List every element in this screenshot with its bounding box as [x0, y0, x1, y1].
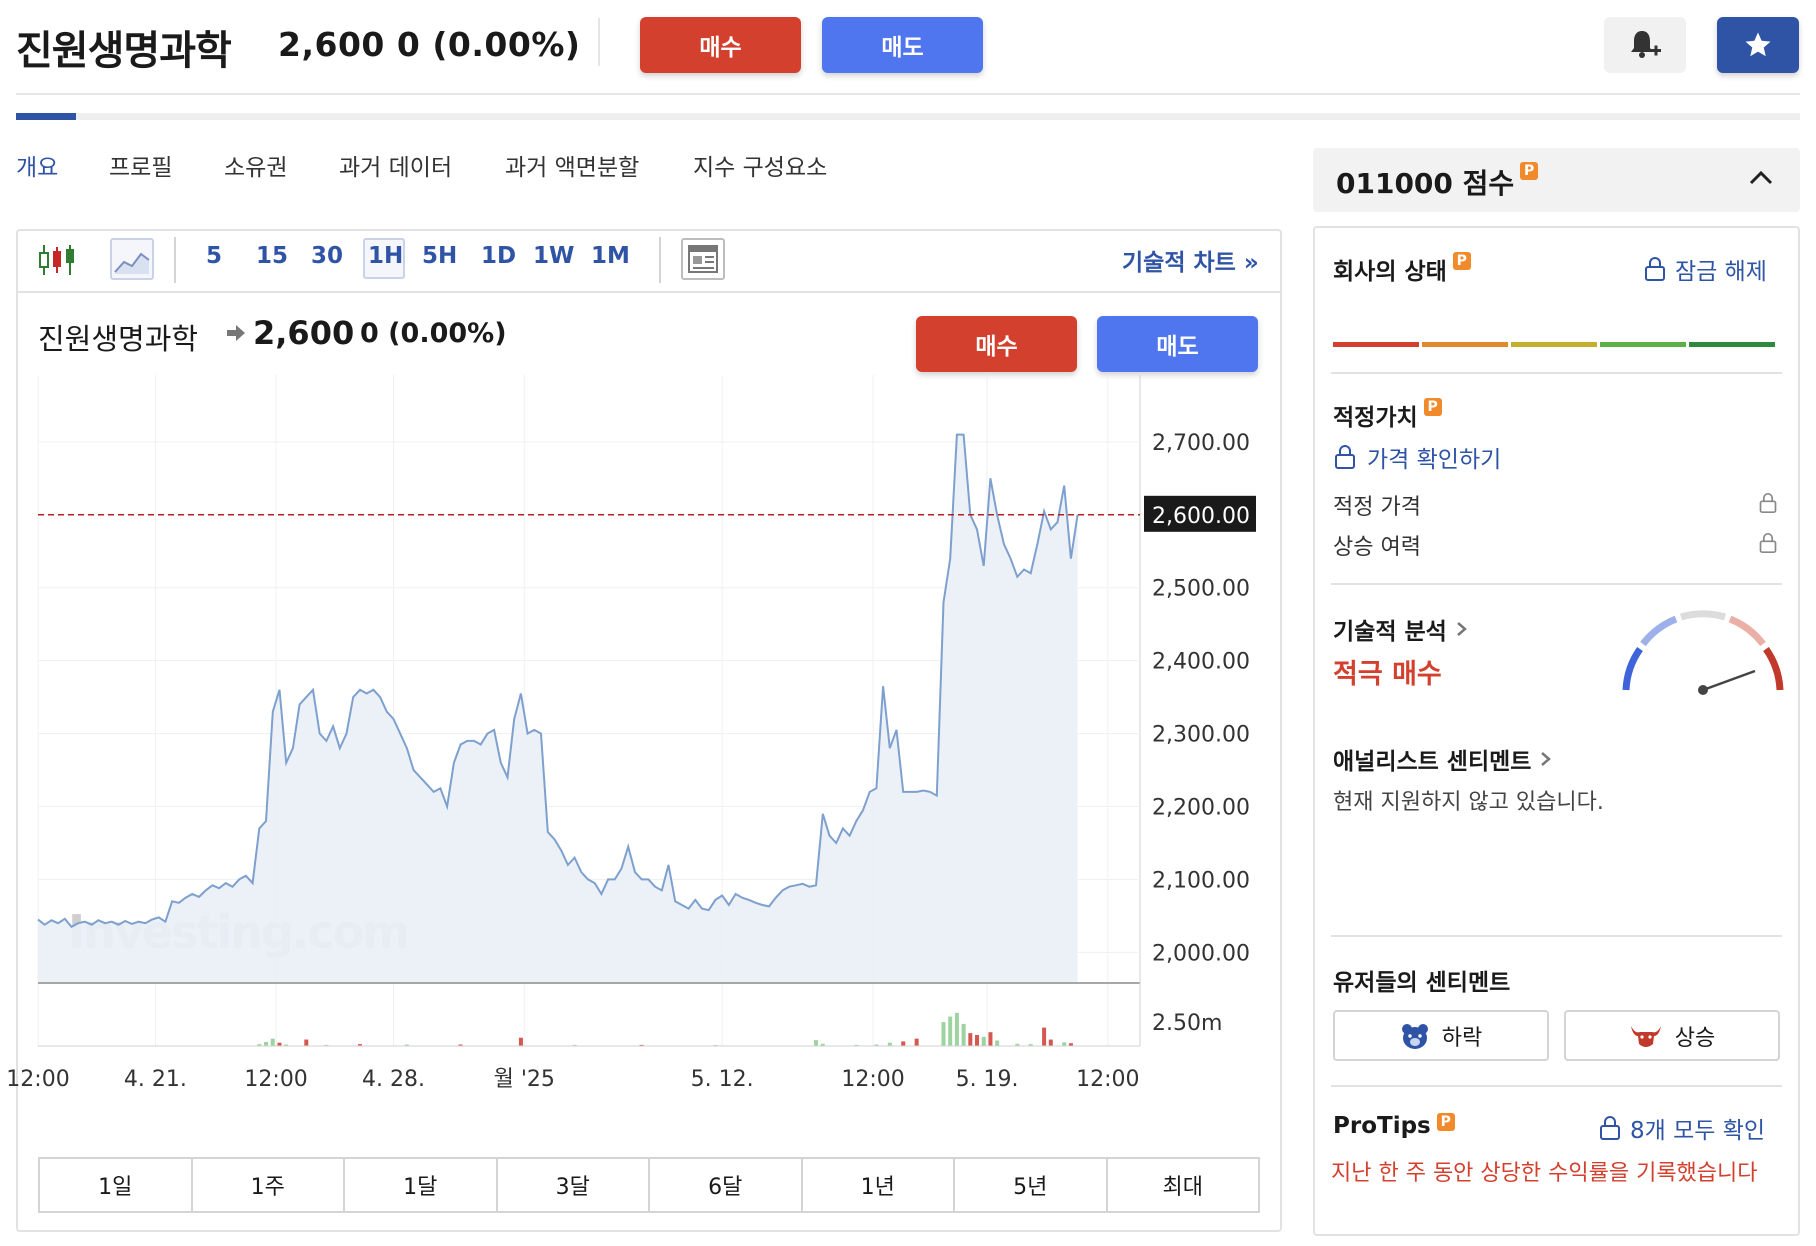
current-price-label: 2,600.00 [1152, 504, 1250, 529]
y-axis-tick-label: 2,400.00 [1152, 650, 1250, 675]
fair-value-title: 적정가치 P [1333, 398, 1442, 432]
y-axis-tick-label: 2,200.00 [1152, 796, 1250, 821]
pro-icon: P [1520, 162, 1539, 180]
panel-divider [1331, 372, 1782, 374]
range-6m[interactable]: 6달 [650, 1159, 803, 1211]
time-range-bar: 1일 1주 1달 3달 6달 1년 5년 최대 [38, 1157, 1260, 1213]
fair-price-label: 적정 가격 [1333, 495, 1421, 520]
range-max[interactable]: 최대 [1108, 1159, 1259, 1211]
panel-divider [1331, 583, 1782, 585]
bearish-button[interactable]: 하락 [1333, 1010, 1549, 1061]
volume-bar [981, 1036, 986, 1046]
range-1m[interactable]: 1달 [345, 1159, 498, 1211]
lock-icon [1758, 492, 1778, 518]
x-axis-tick-label: 12:00 [1076, 1067, 1139, 1092]
chevron-up-icon[interactable] [1748, 168, 1774, 192]
volume-axis-label: 2.50m [1152, 1011, 1222, 1036]
volume-bar [304, 1039, 309, 1046]
volume-bar [941, 1022, 946, 1046]
volume-bar [518, 1037, 523, 1046]
volume-bar [975, 1034, 980, 1046]
lock-icon [1600, 1116, 1620, 1140]
x-axis-tick-label: 12:00 [841, 1067, 904, 1092]
check-price-link[interactable]: 가격 확인하기 [1333, 440, 1501, 474]
protip-text: 지난 한 주 동안 상당한 수익률을 기록했습니다 [1331, 1161, 1758, 1186]
volume-bar [814, 1040, 819, 1046]
health-bar-great [1600, 342, 1686, 347]
volume-bar [948, 1016, 953, 1046]
health-bar-fair [1422, 342, 1508, 347]
x-axis-tick-label: 월 '25 [494, 1067, 555, 1092]
lock-icon [1645, 257, 1665, 281]
protips-title: ProTips P [1333, 1113, 1455, 1139]
x-axis-tick-label: 5. 19. [956, 1067, 1019, 1092]
analyst-text: 현재 지원하지 않고 있습니다. [1333, 790, 1604, 815]
technical-analysis-link[interactable]: 기술적 분석 [1333, 612, 1469, 646]
x-axis-tick-label: 5. 12. [691, 1067, 754, 1092]
volume-bar [1062, 1042, 1067, 1046]
lock-icon [1335, 445, 1355, 469]
health-title: 회사의 상태 P [1333, 252, 1471, 286]
y-axis-tick-label: 2,000.00 [1152, 941, 1250, 966]
upside-label: 상승 여력 [1333, 535, 1421, 560]
technical-signal: 적극 매수 [1333, 659, 1442, 690]
volume-bar [264, 1041, 269, 1046]
volume-bar [961, 1023, 966, 1046]
technical-gauge [1622, 610, 1784, 695]
y-axis-tick-label: 2,500.00 [1152, 577, 1250, 602]
analyst-sentiment-link[interactable]: 애널리스트 센티멘트 [1333, 742, 1553, 776]
panel-divider [1331, 935, 1782, 937]
bull-icon [1630, 1025, 1661, 1047]
x-axis-tick-label: 4. 28. [362, 1067, 425, 1092]
volume-bar [1042, 1027, 1047, 1046]
x-axis-tick-label: 4. 21. [124, 1067, 187, 1092]
volume-bar [954, 1012, 959, 1046]
y-axis-tick-label: 2,300.00 [1152, 723, 1250, 748]
price-area-fill [38, 434, 1078, 984]
score-title: 011000 점수 P [1336, 162, 1539, 202]
pro-icon: P [1423, 398, 1442, 416]
y-axis-tick-label: 2,100.00 [1152, 868, 1250, 893]
user-sentiment-title: 유저들의 센티멘트 [1333, 970, 1511, 996]
protips-unlock-link[interactable]: 8개 모두 확인 [1598, 1111, 1765, 1145]
volume-bar [901, 1041, 906, 1046]
bear-icon [1401, 1023, 1428, 1049]
health-bar-excellent [1689, 342, 1775, 347]
volume-bar [270, 1038, 275, 1046]
x-axis-tick-label: 12:00 [244, 1067, 307, 1092]
range-5y[interactable]: 5년 [955, 1159, 1108, 1211]
range-1d[interactable]: 1일 [40, 1159, 193, 1211]
chevron-right-icon [1541, 752, 1552, 766]
unlock-health-link[interactable]: 잠금 해제 [1643, 252, 1767, 286]
panel-divider [1331, 1085, 1782, 1087]
health-bar-good [1511, 342, 1597, 347]
y-axis-tick-label: 2,700.00 [1152, 431, 1250, 456]
volume-bar [1048, 1039, 1053, 1046]
volume-bar [988, 1032, 993, 1046]
x-axis-tick-label: 12:00 [6, 1067, 69, 1092]
chevron-right-icon [1456, 622, 1467, 636]
range-1y[interactable]: 1년 [803, 1159, 955, 1211]
pro-icon: P [1452, 252, 1471, 270]
bullish-button[interactable]: 상승 [1564, 1010, 1780, 1061]
pro-icon: P [1436, 1113, 1455, 1131]
health-bar-poor [1333, 342, 1419, 347]
volume-bar [914, 1038, 919, 1046]
volume-bar [995, 1040, 1000, 1046]
volume-bar [968, 1033, 973, 1046]
lock-icon [1758, 532, 1778, 558]
range-3m[interactable]: 3달 [498, 1159, 650, 1211]
range-1w[interactable]: 1주 [193, 1159, 345, 1211]
